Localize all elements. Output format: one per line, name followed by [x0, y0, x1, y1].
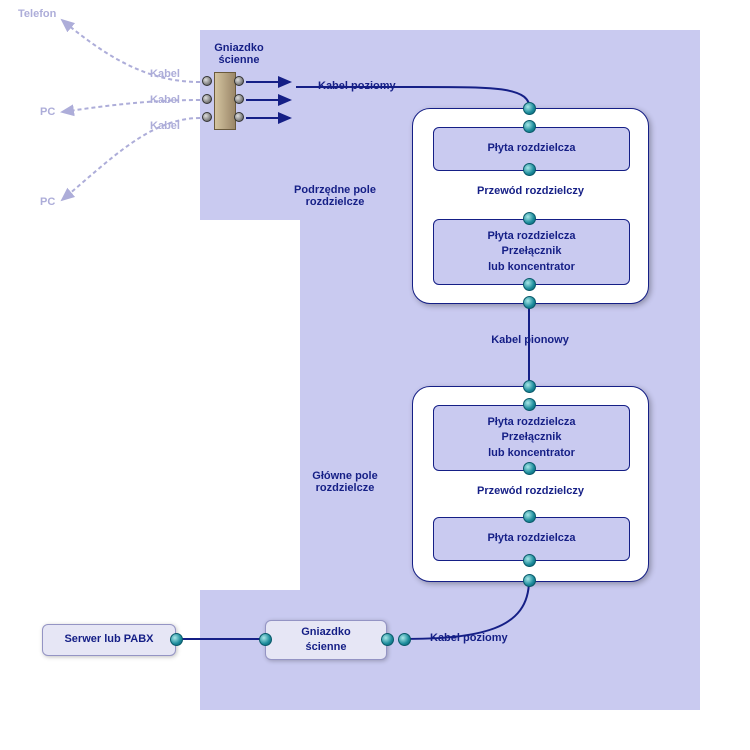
connector-node — [381, 633, 394, 646]
port-icon — [234, 76, 244, 86]
panel-main-field: Płyta rozdzielcza Przełącznik lub koncen… — [412, 386, 649, 582]
title-wall-jack-top: Gniazdko ścienne — [204, 42, 274, 66]
port-icon — [202, 112, 212, 122]
connector-node — [523, 212, 536, 225]
label-pc2: PC — [40, 196, 55, 208]
label-vertical-cable: Kabel pionowy — [470, 334, 590, 346]
port-icon — [202, 94, 212, 104]
box-wall-jack-bottom: Gniazdko ścienne — [265, 620, 387, 660]
label-kabel1: Kabel — [130, 68, 180, 80]
label-kabel2: Kabel — [130, 94, 180, 106]
box-patch-switch-2: Płyta rozdzielcza Przełącznik lub koncen… — [433, 405, 630, 471]
box-serwer-pabx: Serwer lub PABX — [42, 624, 176, 656]
label-pc1: PC — [40, 106, 55, 118]
label-subordinate-field: Podrzędne pole rozdzielcze — [270, 184, 400, 208]
connector-node — [523, 120, 536, 133]
connector-node — [523, 574, 536, 587]
label-main-field: Główne pole rozdzielcze — [290, 470, 400, 494]
label-patch-cord-top: Przewód rozdzielczy — [413, 185, 648, 197]
connector-node — [523, 102, 536, 115]
wall-jack-top — [214, 72, 236, 130]
connector-node — [523, 462, 536, 475]
connector-node — [523, 163, 536, 176]
panel-subordinate-field: Płyta rozdzielcza Przewód rozdzielczy Pł… — [412, 108, 649, 304]
port-icon — [234, 94, 244, 104]
box-patch-switch-1: Płyta rozdzielcza Przełącznik lub koncen… — [433, 219, 630, 285]
port-icon — [202, 76, 212, 86]
label-kabel-poziomy-top: Kabel poziomy — [318, 80, 396, 92]
connector-node — [523, 278, 536, 291]
label-kabel3: Kabel — [130, 120, 180, 132]
connector-node — [523, 398, 536, 411]
connector-node — [398, 633, 411, 646]
label-kabel-poziomy-bottom: Kabel poziomy — [430, 632, 508, 644]
connector-node — [523, 554, 536, 567]
connector-node — [170, 633, 183, 646]
connector-node — [523, 380, 536, 393]
label-patch-cord-bottom: Przewód rozdzielczy — [413, 485, 648, 497]
label-telefon: Telefon — [18, 8, 56, 20]
port-icon — [234, 112, 244, 122]
background-notch — [200, 220, 300, 590]
connector-node — [523, 510, 536, 523]
connector-node — [523, 296, 536, 309]
connector-node — [259, 633, 272, 646]
